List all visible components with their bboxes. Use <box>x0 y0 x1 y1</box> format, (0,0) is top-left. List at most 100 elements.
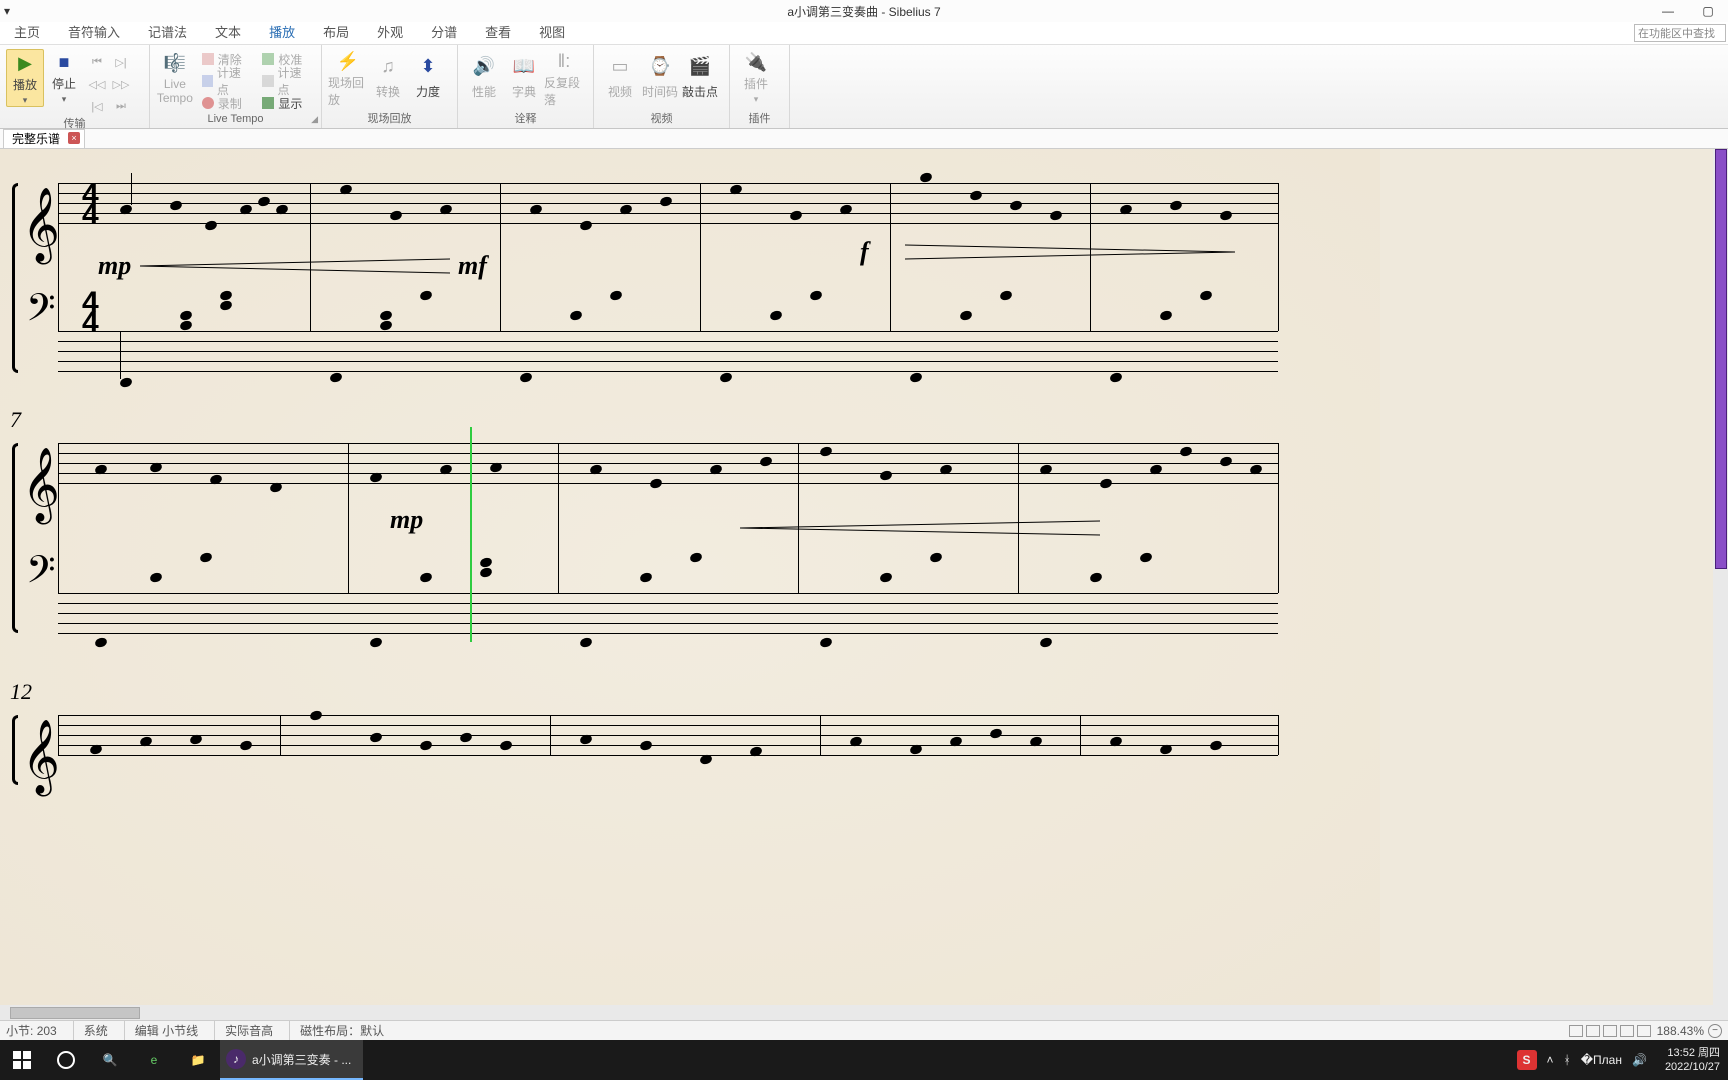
mag-label: 磁性布局： <box>300 1022 360 1039</box>
tab-home[interactable]: 主页 <box>0 22 54 44</box>
play-button[interactable]: ▶ 播放 ▾ <box>6 49 44 107</box>
tab-notations[interactable]: 记谱法 <box>134 22 201 44</box>
explorer-button[interactable]: 📁 <box>176 1040 220 1080</box>
tab-layout[interactable]: 布局 <box>309 22 363 44</box>
group-video-label: 视频 <box>594 110 729 128</box>
check-icon <box>262 53 274 65</box>
ribbon-search-input[interactable]: 在功能区中查找 <box>1634 24 1726 42</box>
system-1: 𝄞 44 𝄢 44 mp mf f <box>10 163 1290 393</box>
broom-icon <box>202 53 214 65</box>
hitpoint-button[interactable]: 🎬敲击点 <box>680 49 720 105</box>
metronome-icon: 🎼 <box>164 51 186 75</box>
start-button[interactable] <box>0 1040 44 1080</box>
live-tempo-label: Live Tempo <box>156 77 194 105</box>
window-title: a小调第三变奏曲 - Sibelius 7 <box>787 3 940 20</box>
horizontal-scrollbar[interactable] <box>0 1005 1728 1020</box>
taskbar: 🔍 e 📁 ♪ a小调第三变奏 - ... S ˄ ᚼ �План 🔊 13:5… <box>0 1040 1728 1080</box>
wifi-icon[interactable]: �План <box>1581 1053 1622 1067</box>
close-tab-button[interactable]: × <box>68 132 80 144</box>
transform-button[interactable]: ♫转换 <box>368 49 408 105</box>
cortana-button[interactable] <box>44 1040 88 1080</box>
livetempo-launcher[interactable]: ◢ <box>311 114 318 125</box>
maximize-button[interactable]: ▢ <box>1688 4 1728 18</box>
forward-button[interactable]: ▷▷ <box>112 75 130 93</box>
record-button[interactable]: 录制 <box>198 93 255 113</box>
zoom-value[interactable]: 188.43% <box>1657 1024 1704 1038</box>
status-system[interactable]: 系统 <box>73 1021 118 1040</box>
windows-icon <box>12 1050 32 1070</box>
tap-tempo2-button[interactable]: 计速点 <box>258 71 315 91</box>
tab-appearance[interactable]: 外观 <box>363 22 417 44</box>
performance-button[interactable]: 🔊性能 <box>464 49 504 105</box>
video-button[interactable]: ▭视频 <box>600 49 640 105</box>
tab-review[interactable]: 查看 <box>471 22 525 44</box>
crescendo-hairpin <box>140 259 450 273</box>
minimize-button[interactable]: — <box>1648 4 1688 18</box>
rewind-start-button[interactable]: ⏮ <box>88 53 106 71</box>
next-marker-button[interactable]: ▷| <box>112 53 130 71</box>
velocity-button[interactable]: ⬍力度 <box>408 49 448 105</box>
zoom-out-button[interactable]: − <box>1708 1024 1722 1038</box>
quick-access-dropdown[interactable]: ▾ <box>4 4 10 18</box>
repeats-button[interactable]: ‖:反复段落 <box>544 49 584 105</box>
document-tabs: 完整乐谱 × <box>0 129 1728 149</box>
bluetooth-icon[interactable]: ᚼ <box>1564 1053 1571 1067</box>
search-button[interactable]: 🔍 <box>88 1040 132 1080</box>
show-button[interactable]: 显示 <box>258 93 315 113</box>
lightning-icon: ⚡ <box>337 51 359 72</box>
measure-number-7: 7 <box>10 407 21 433</box>
prev-marker-button[interactable]: |◁ <box>88 97 106 115</box>
system-3: 12 𝄞 <box>10 685 1290 805</box>
vertical-scrollbar[interactable] <box>1713 149 1728 1005</box>
score-area[interactable]: 𝄞 44 𝄢 44 mp mf f <box>0 149 1728 1005</box>
scrollbar-thumb[interactable] <box>1715 149 1727 569</box>
record-icon <box>202 97 214 109</box>
dynamic-mp-2: mp <box>390 505 423 535</box>
forward-end-button[interactable]: ⏭ <box>112 97 130 115</box>
chevron-up-icon[interactable]: ˄ <box>1547 1053 1554 1067</box>
video-icon: ▭ <box>611 51 628 81</box>
tab-note-input[interactable]: 音符输入 <box>54 22 134 44</box>
live-tempo-button[interactable]: 🎼 Live Tempo <box>156 49 194 105</box>
tab-play[interactable]: 播放 <box>255 22 309 44</box>
tap-icon <box>202 75 213 87</box>
measure-number-12: 12 <box>10 679 32 705</box>
view-mode-icons[interactable] <box>1569 1025 1651 1037</box>
mag-value: 默认 <box>360 1022 384 1039</box>
plugins-button[interactable]: 🔌插件▾ <box>736 49 776 105</box>
bar-total: 203 <box>37 1024 57 1038</box>
volume-icon[interactable]: 🔊 <box>1632 1053 1647 1067</box>
stop-button[interactable]: ■ 停止 ▾ <box>44 49 84 105</box>
ime-icon[interactable]: S <box>1517 1050 1537 1070</box>
group-plugins-label: 插件 <box>730 110 789 128</box>
decrescendo-hairpin <box>905 245 1235 259</box>
timecode-button[interactable]: ⌚时间码 <box>640 49 680 105</box>
tab-text[interactable]: 文本 <box>201 22 255 44</box>
document-tab[interactable]: 完整乐谱 × <box>3 129 85 148</box>
repeat-icon: ‖: <box>558 51 570 72</box>
dictionary-button[interactable]: 📖字典 <box>504 49 544 105</box>
search-icon: 🔍 <box>103 1053 118 1067</box>
taskbar-app[interactable]: ♪ a小调第三变奏 - ... <box>220 1040 363 1080</box>
ribbon-tabs: 主页 音符输入 记谱法 文本 播放 布局 外观 分谱 查看 视图 在功能区中查找 <box>0 22 1728 44</box>
tab-view[interactable]: 视图 <box>525 22 579 44</box>
folder-icon: 📁 <box>191 1053 206 1067</box>
taskbar-app-label: a小调第三变奏 - ... <box>252 1051 351 1068</box>
group-livetempo-label: Live Tempo <box>207 113 263 125</box>
playback-line <box>470 427 472 642</box>
tab-parts[interactable]: 分谱 <box>417 22 471 44</box>
stop-label: 停止 <box>52 75 76 92</box>
rewind-button[interactable]: ◁◁ <box>88 75 106 93</box>
live-playback-button[interactable]: ⚡现场回放 <box>328 49 368 105</box>
status-pitch[interactable]: 实际音高 <box>214 1021 283 1040</box>
group-liveplay-label: 现场回放 <box>322 110 457 128</box>
status-edit[interactable]: 编辑 小节线 <box>124 1021 208 1040</box>
ribbon: ▶ 播放 ▾ ■ 停止 ▾ ⏮ ▷| ◁◁ ▷▷ |◁ ⏭ 传输 🎼 <box>0 44 1728 129</box>
book-icon: 📖 <box>513 51 535 81</box>
system-tray[interactable]: S ˄ ᚼ �План 🔊 <box>1507 1050 1657 1070</box>
show-icon <box>262 97 274 109</box>
hscroll-thumb[interactable] <box>10 1007 140 1019</box>
tap-tempo-button[interactable]: 计速点 <box>198 71 255 91</box>
edge-button[interactable]: e <box>132 1040 176 1080</box>
taskbar-clock[interactable]: 13:52 周四 2022/10/27 <box>1657 1046 1728 1074</box>
